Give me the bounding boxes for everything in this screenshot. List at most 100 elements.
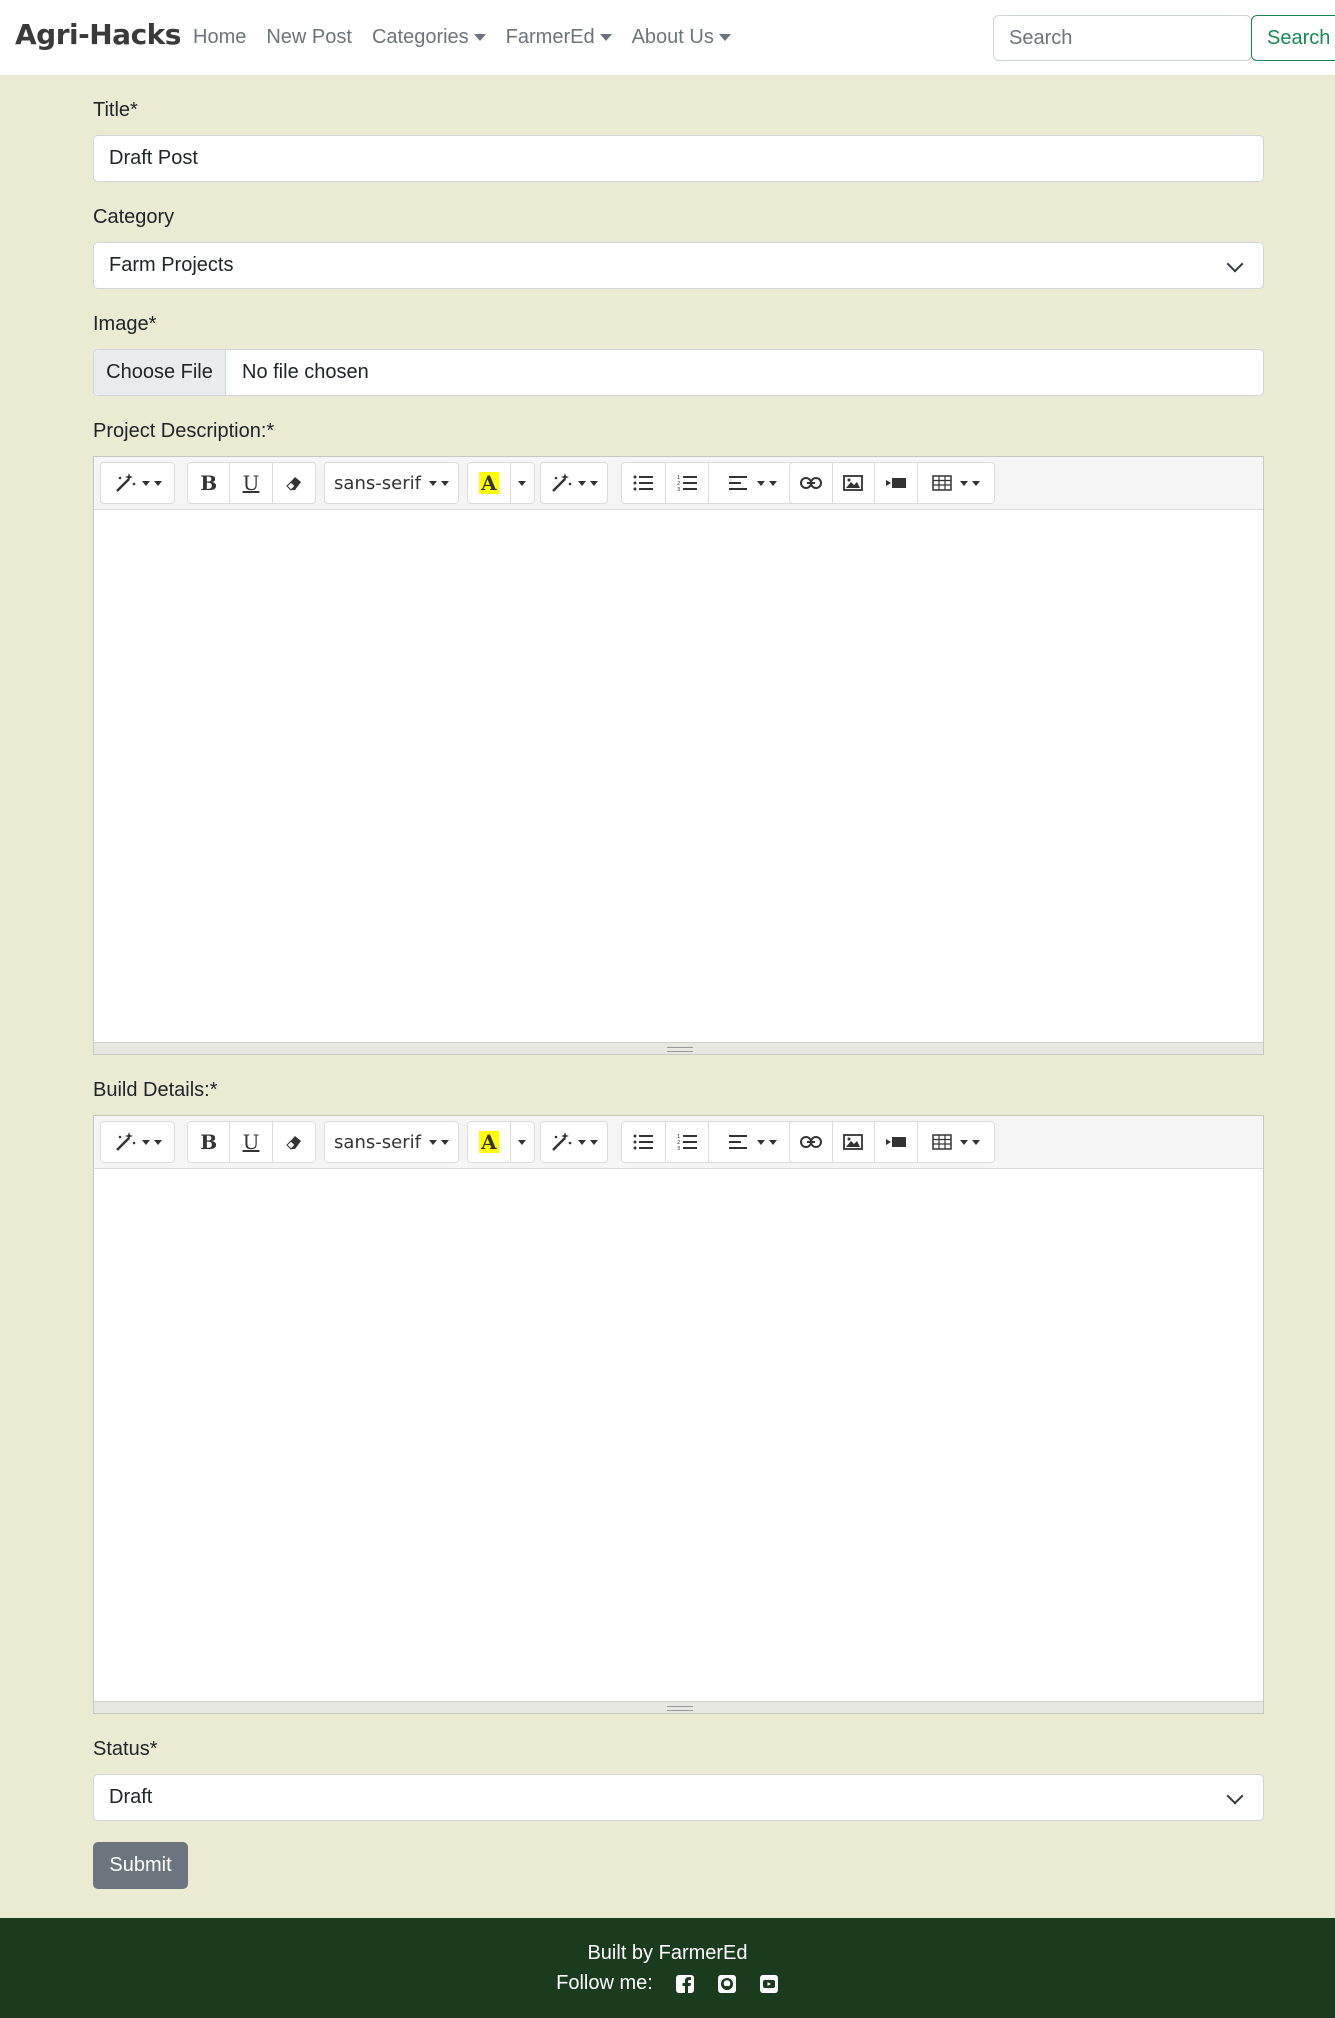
- submit-button[interactable]: Submit: [93, 1842, 188, 1889]
- brand-logo[interactable]: Agri-Hacks: [15, 18, 181, 51]
- status-select-value: Draft: [109, 1786, 153, 1808]
- nav-links: Home New Post Categories FarmerEd About …: [193, 0, 751, 75]
- text-color-button[interactable]: A: [468, 1122, 511, 1162]
- build-details-label: Build Details:*: [93, 1079, 218, 1101]
- choose-file-button[interactable]: Choose File: [94, 350, 226, 395]
- image-file-input[interactable]: Choose File No file chosen: [93, 349, 1264, 396]
- underline-icon: U: [242, 1130, 260, 1154]
- nav-link-label: FarmerEd: [505, 26, 595, 48]
- nav-link-label: Home: [193, 26, 247, 48]
- magic-wand-icon: [552, 1132, 572, 1151]
- toolbar-group-fontname: sans-serif: [324, 462, 459, 504]
- color-dropdown-button[interactable]: [511, 463, 534, 503]
- svg-text:3: 3: [677, 1146, 680, 1151]
- insert-table-dropdown[interactable]: [918, 463, 994, 503]
- insert-link-button[interactable]: [790, 463, 833, 503]
- github-icon[interactable]: [717, 1974, 737, 1994]
- ordered-list-button[interactable]: 123: [666, 463, 710, 503]
- search-input[interactable]: [993, 15, 1252, 61]
- toolbar-group-insert: [789, 1121, 995, 1163]
- caret-down-icon: [971, 1139, 980, 1145]
- caret-down-icon: [153, 480, 162, 486]
- font-name-dropdown[interactable]: sans-serif: [325, 463, 458, 503]
- editor-resize-handle[interactable]: [94, 1701, 1263, 1713]
- bold-button[interactable]: B: [188, 463, 231, 503]
- underline-button[interactable]: U: [230, 1122, 273, 1162]
- caret-down-icon: [590, 480, 598, 486]
- youtube-icon[interactable]: [759, 1974, 779, 1994]
- insert-table-dropdown[interactable]: [918, 1122, 994, 1162]
- style-magic-button-2[interactable]: [541, 463, 607, 503]
- category-select[interactable]: Farm Projects: [93, 242, 1264, 289]
- color-dropdown-button[interactable]: [511, 1122, 534, 1162]
- toolbar-group-style: [100, 1121, 175, 1163]
- category-select-value: Farm Projects: [109, 254, 234, 276]
- magic-wand-icon: [115, 473, 135, 492]
- caret-down-icon: [440, 480, 449, 486]
- link-icon: [799, 1136, 822, 1148]
- file-status-text: No file chosen: [242, 361, 369, 383]
- magic-wand-icon: [552, 473, 572, 492]
- title-input[interactable]: Draft Post: [93, 135, 1264, 182]
- bold-button[interactable]: B: [188, 1122, 231, 1162]
- nav-dropdown-about-us[interactable]: About Us: [632, 26, 731, 49]
- search-button[interactable]: Search: [1251, 15, 1335, 61]
- insert-video-button[interactable]: [875, 463, 918, 503]
- eraser-icon: [286, 1136, 301, 1150]
- picture-icon: [843, 475, 864, 491]
- video-icon: [885, 1137, 906, 1147]
- title-input-value: Draft Post: [109, 147, 198, 169]
- caret-down-icon: [141, 480, 150, 486]
- caret-down-icon: [590, 1139, 598, 1145]
- style-magic-button-2[interactable]: [541, 1122, 607, 1162]
- facebook-icon[interactable]: [675, 1974, 695, 1994]
- caret-down-icon: [959, 480, 968, 486]
- build-details-body[interactable]: [94, 1169, 1263, 1701]
- unordered-list-button[interactable]: [622, 1122, 666, 1162]
- bold-icon: B: [200, 1130, 218, 1154]
- caret-down-icon: [428, 1139, 437, 1145]
- caret-down-icon: [959, 1139, 968, 1145]
- font-name-dropdown[interactable]: sans-serif: [325, 1122, 458, 1162]
- magic-wand-icon: [115, 1132, 135, 1151]
- toolbar-group-insert: [789, 462, 995, 504]
- nav-link-label: New Post: [266, 26, 352, 48]
- style-magic-button[interactable]: [101, 463, 174, 503]
- caret-down-icon: [440, 1139, 449, 1145]
- font-name-value: sans-serif: [334, 472, 421, 494]
- clear-format-button[interactable]: [273, 1122, 315, 1162]
- toolbar-group-para: 123: [621, 462, 798, 504]
- editor-resize-handle[interactable]: [94, 1042, 1263, 1054]
- style-magic-button[interactable]: [101, 1122, 174, 1162]
- nav-link-new-post[interactable]: New Post: [266, 26, 352, 49]
- nav-dropdown-categories[interactable]: Categories: [372, 26, 486, 49]
- video-icon: [885, 478, 906, 488]
- underline-button[interactable]: U: [230, 463, 273, 503]
- unordered-list-button[interactable]: [622, 463, 666, 503]
- caret-down-icon: [428, 480, 437, 486]
- caret-down-icon: [971, 480, 980, 486]
- unordered-list-icon: [633, 475, 654, 491]
- caret-down-icon: [599, 34, 612, 41]
- build-details-editor: B U sans-serif A 123: [93, 1115, 1264, 1714]
- bold-icon: B: [200, 471, 218, 495]
- nav-link-home[interactable]: Home: [193, 26, 246, 49]
- insert-image-button[interactable]: [833, 1122, 876, 1162]
- chevron-down-icon: [1226, 1787, 1244, 1805]
- project-description-body[interactable]: [94, 510, 1263, 1042]
- font-name-value: sans-serif: [334, 1131, 421, 1153]
- toolbar-group-style: [100, 462, 175, 504]
- clear-format-button[interactable]: [273, 463, 315, 503]
- caret-down-icon: [757, 480, 766, 486]
- insert-video-button[interactable]: [875, 1122, 918, 1162]
- insert-link-button[interactable]: [790, 1122, 833, 1162]
- paragraph-align-dropdown[interactable]: [709, 1122, 797, 1162]
- status-select[interactable]: Draft: [93, 1774, 1264, 1821]
- paragraph-align-dropdown[interactable]: [709, 463, 797, 503]
- table-icon: [932, 475, 952, 491]
- project-description-editor: B U sans-serif A 123: [93, 456, 1264, 1055]
- insert-image-button[interactable]: [833, 463, 876, 503]
- text-color-button[interactable]: A: [468, 463, 511, 503]
- nav-dropdown-farmered[interactable]: FarmerEd: [506, 26, 612, 49]
- ordered-list-button[interactable]: 123: [666, 1122, 710, 1162]
